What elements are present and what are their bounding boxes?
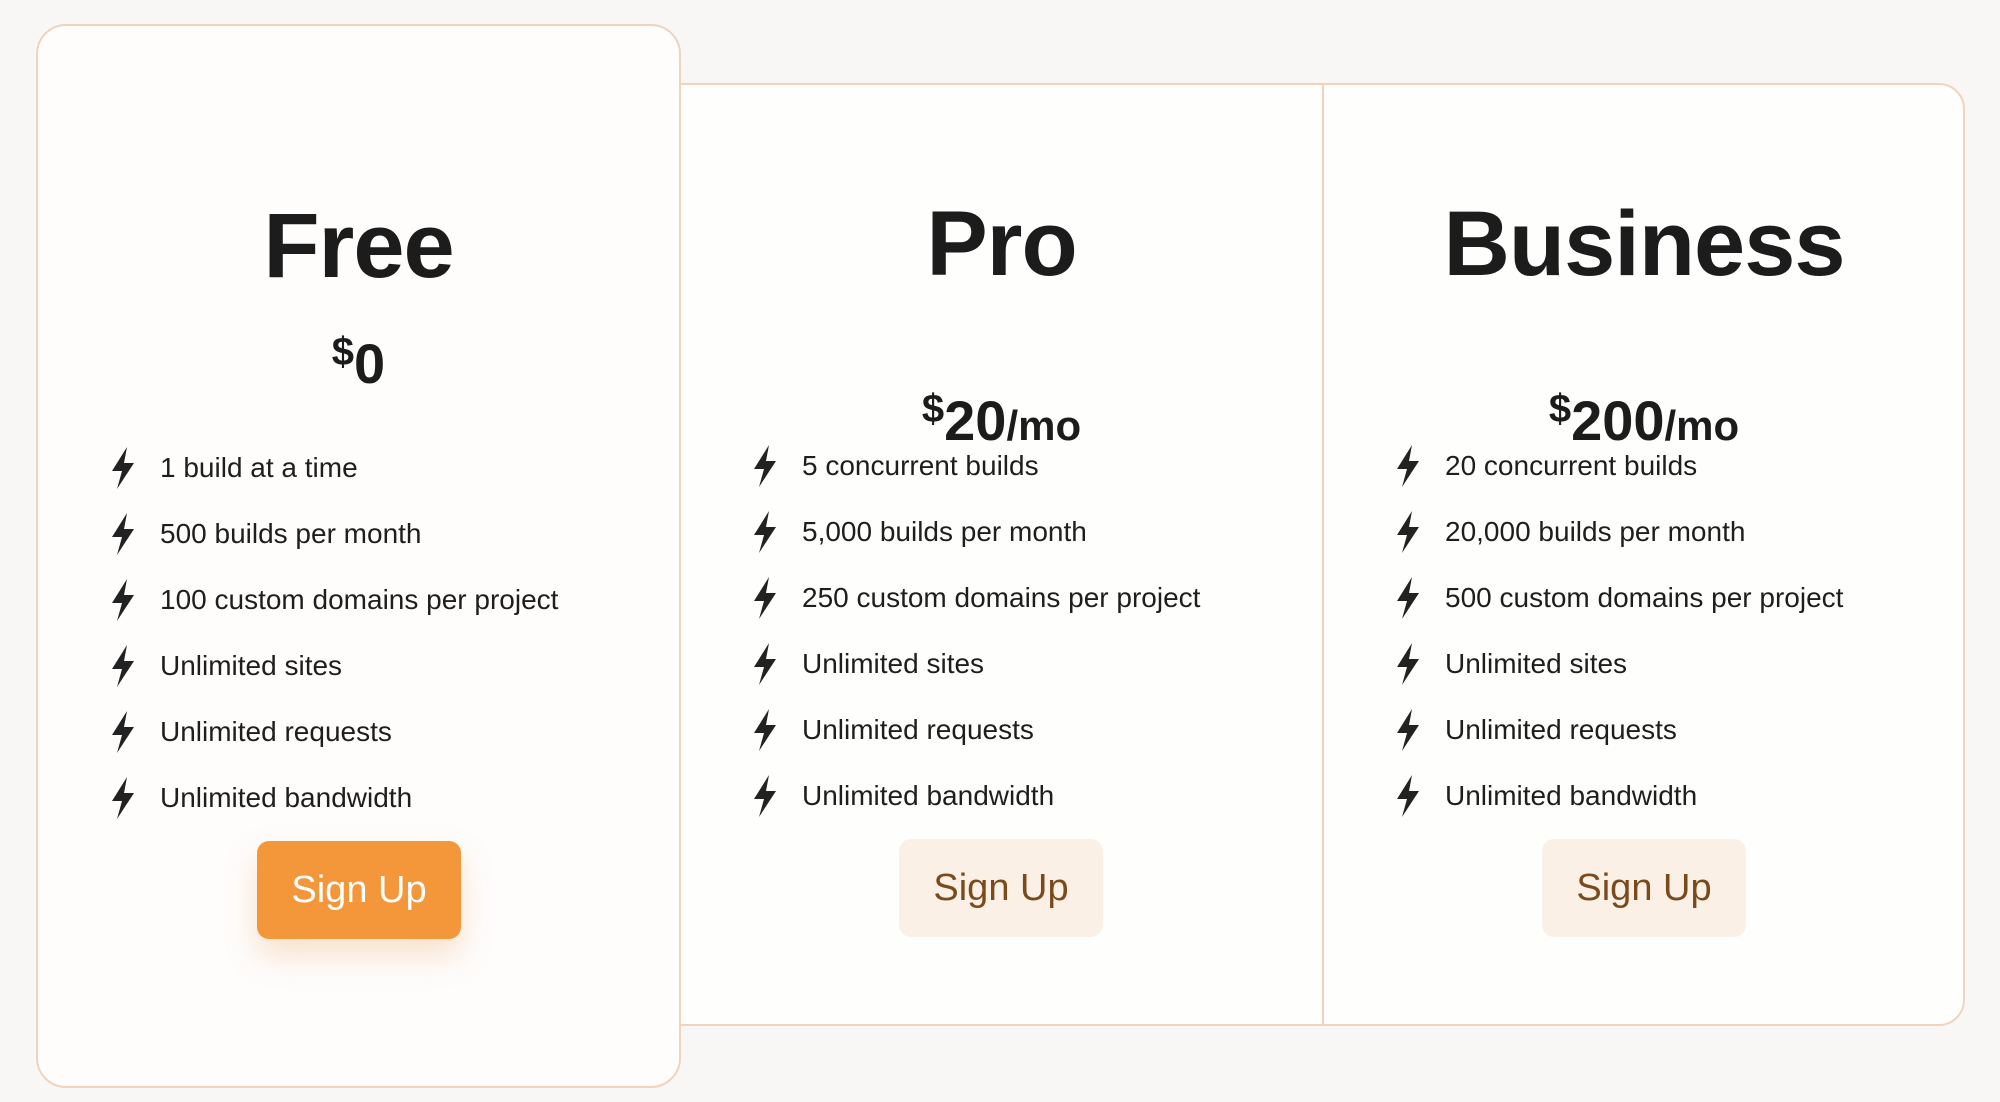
feature-item: 500 custom domains per project (1395, 565, 1843, 631)
feature-item: 500 builds per month (110, 501, 558, 567)
feature-text: Unlimited bandwidth (1445, 780, 1698, 811)
feature-list: 20 concurrent builds 20,000 builds per m… (1395, 433, 1843, 829)
feature-text: Unlimited requests (1445, 714, 1677, 745)
feature-item: Unlimited bandwidth (110, 765, 558, 831)
feature-item: 5 concurrent builds (752, 433, 1200, 499)
feature-item: 20,000 builds per month (1395, 499, 1843, 565)
feature-item: Unlimited requests (1395, 697, 1843, 763)
feature-item: Unlimited sites (1395, 631, 1843, 697)
lightning-bolt-icon (110, 512, 136, 556)
feature-item: Unlimited bandwidth (752, 763, 1200, 829)
feature-text: 100 custom domains per project (160, 584, 559, 615)
plan-name: Free (263, 195, 454, 297)
feature-text: 20 concurrent builds (1445, 450, 1698, 481)
lightning-bolt-icon (1395, 642, 1421, 686)
feature-item: 20 concurrent builds (1395, 433, 1843, 499)
plan-card-business: Business $200/mo 20 concurrent builds 20… (1323, 83, 1965, 1026)
feature-item: Unlimited requests (752, 697, 1200, 763)
feature-text: Unlimited bandwidth (802, 780, 1055, 811)
feature-item: 100 custom domains per project (110, 567, 558, 633)
feature-text: 1 build at a time (160, 452, 358, 483)
lightning-bolt-icon (752, 708, 778, 752)
lightning-bolt-icon (110, 578, 136, 622)
plan-card-free: Free $0 1 build at a time 500 builds per… (36, 24, 681, 1088)
lightning-bolt-icon (110, 710, 136, 754)
lightning-bolt-icon (752, 642, 778, 686)
lightning-bolt-icon (752, 774, 778, 818)
feature-text: 500 builds per month (160, 518, 422, 549)
feature-text: 250 custom domains per project (802, 582, 1201, 613)
feature-text: Unlimited requests (802, 714, 1034, 745)
lightning-bolt-icon (1395, 576, 1421, 620)
feature-item: 1 build at a time (110, 435, 558, 501)
feature-item: 5,000 builds per month (752, 499, 1200, 565)
feature-item: Unlimited bandwidth (1395, 763, 1843, 829)
feature-list: 1 build at a time 500 builds per month 1… (110, 435, 558, 831)
feature-text: 5 concurrent builds (802, 450, 1039, 481)
price-currency: $ (331, 330, 355, 374)
feature-text: 20,000 builds per month (1445, 516, 1746, 547)
price-currency: $ (1548, 387, 1572, 431)
feature-item: Unlimited requests (110, 699, 558, 765)
feature-text: Unlimited sites (1445, 648, 1628, 679)
lightning-bolt-icon (1395, 444, 1421, 488)
lightning-bolt-icon (752, 576, 778, 620)
lightning-bolt-icon (110, 446, 136, 490)
lightning-bolt-icon (1395, 708, 1421, 752)
lightning-bolt-icon (110, 776, 136, 820)
feature-item: Unlimited sites (752, 631, 1200, 697)
sign-up-button-pro[interactable]: Sign Up (899, 839, 1103, 937)
lightning-bolt-icon (1395, 774, 1421, 818)
feature-text: Unlimited sites (160, 650, 343, 681)
plan-price: $0 (38, 332, 679, 392)
lightning-bolt-icon (752, 510, 778, 554)
plan-card-pro: Pro $20/mo 5 concurrent builds 5,000 bui… (680, 83, 1323, 1026)
lightning-bolt-icon (752, 444, 778, 488)
feature-text: 500 custom domains per project (1445, 582, 1844, 613)
feature-text: Unlimited bandwidth (160, 782, 413, 813)
feature-list: 5 concurrent builds 5,000 builds per mon… (752, 433, 1200, 829)
lightning-bolt-icon (110, 644, 136, 688)
sign-up-button-business[interactable]: Sign Up (1542, 839, 1746, 937)
price-currency: $ (921, 387, 945, 431)
feature-text: 5,000 builds per month (802, 516, 1087, 547)
price-amount: 0 (354, 332, 386, 395)
sign-up-button-free[interactable]: Sign Up (257, 841, 461, 939)
plan-name: Pro (926, 193, 1077, 295)
feature-item: Unlimited sites (110, 633, 558, 699)
feature-item: 250 custom domains per project (752, 565, 1200, 631)
feature-text: Unlimited requests (160, 716, 392, 747)
lightning-bolt-icon (1395, 510, 1421, 554)
plan-name: Business (1443, 193, 1845, 295)
feature-text: Unlimited sites (802, 648, 985, 679)
